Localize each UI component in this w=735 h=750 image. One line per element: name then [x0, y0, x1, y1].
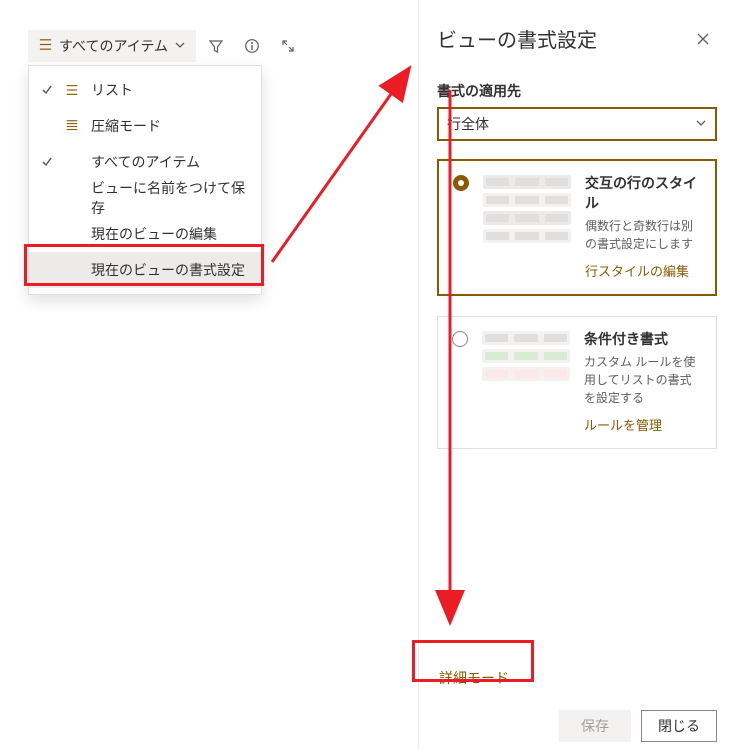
apply-to-value: 行全体: [447, 114, 489, 134]
preview-conditional-icon: [482, 329, 570, 434]
card-body: 交互の行のスタイル 偶数行と奇数行は別の書式設定にします 行スタイルの編集: [585, 173, 701, 280]
manage-rules-link[interactable]: ルールを管理: [584, 415, 702, 434]
dropdown-item-edit-view[interactable]: 現在のビューの編集: [29, 216, 261, 252]
format-card-conditional[interactable]: 条件付き書式 カスタム ルールを使用してリストの書式を設定する ルールを管理: [437, 316, 717, 449]
list-icon: [38, 37, 53, 55]
apply-to-label: 書式の適用先: [437, 81, 717, 101]
preview-alternating-icon: [483, 173, 571, 280]
panel-header: ビューの書式設定: [437, 24, 717, 53]
close-panel-button[interactable]: 閉じる: [641, 710, 717, 742]
format-view-panel: ビューの書式設定 書式の適用先 行全体 交互の行のスタイル 偶数行と奇数行は別の…: [418, 0, 735, 750]
radio-selected-icon: [453, 175, 469, 191]
dropdown-item-compact[interactable]: 圧縮モード: [29, 108, 261, 144]
radio-unselected-icon: [452, 331, 468, 347]
dropdown-item-save-view-as[interactable]: ビューに名前をつけて保存: [29, 180, 261, 216]
check-icon: [41, 156, 55, 168]
list-icon: [65, 83, 81, 97]
dropdown-item-label: 圧縮モード: [91, 116, 249, 136]
dropdown-item-label: リスト: [91, 80, 249, 100]
dropdown-item-format-view[interactable]: 現在のビューの書式設定: [29, 252, 261, 288]
card-title: 条件付き書式: [584, 329, 702, 349]
view-switcher-label: すべてのアイテム: [59, 36, 168, 56]
view-switcher[interactable]: すべてのアイテム: [28, 30, 196, 62]
info-icon[interactable]: [236, 30, 268, 62]
check-icon: [41, 84, 55, 96]
chevron-down-icon: [174, 38, 186, 54]
dropdown-item-label: ビューに名前をつけて保存: [91, 178, 249, 218]
dropdown-item-label: 現在のビューの編集: [91, 224, 249, 244]
advanced-mode-link[interactable]: 詳細モード: [437, 658, 717, 698]
edit-row-styles-link[interactable]: 行スタイルの編集: [585, 261, 701, 280]
chevron-down-icon: [695, 116, 707, 132]
filter-icon[interactable]: [200, 30, 232, 62]
card-desc: 偶数行と奇数行は別の書式設定にします: [585, 217, 701, 253]
card-body: 条件付き書式 カスタム ルールを使用してリストの書式を設定する ルールを管理: [584, 329, 702, 434]
expand-icon[interactable]: [272, 30, 304, 62]
close-button[interactable]: [689, 25, 717, 53]
compact-list-icon: [65, 119, 81, 133]
card-desc: カスタム ルールを使用してリストの書式を設定する: [584, 353, 702, 407]
toolbar: すべてのアイテム: [28, 30, 304, 62]
dropdown-item-list[interactable]: リスト: [29, 72, 261, 108]
save-button[interactable]: 保存: [559, 710, 631, 742]
dropdown-item-label: すべてのアイテム: [91, 152, 249, 172]
view-dropdown: リスト 圧縮モード すべてのアイテム ビューに名前をつけて保存 現在のビューの編…: [28, 65, 262, 295]
panel-footer: 保存 閉じる: [437, 698, 717, 742]
panel-title: ビューの書式設定: [437, 24, 597, 53]
dropdown-item-label: 現在のビューの書式設定: [91, 260, 249, 280]
apply-to-select[interactable]: 行全体: [437, 107, 717, 141]
format-card-alternating[interactable]: 交互の行のスタイル 偶数行と奇数行は別の書式設定にします 行スタイルの編集: [437, 159, 717, 296]
dropdown-item-all-items[interactable]: すべてのアイテム: [29, 144, 261, 180]
card-title: 交互の行のスタイル: [585, 173, 701, 213]
